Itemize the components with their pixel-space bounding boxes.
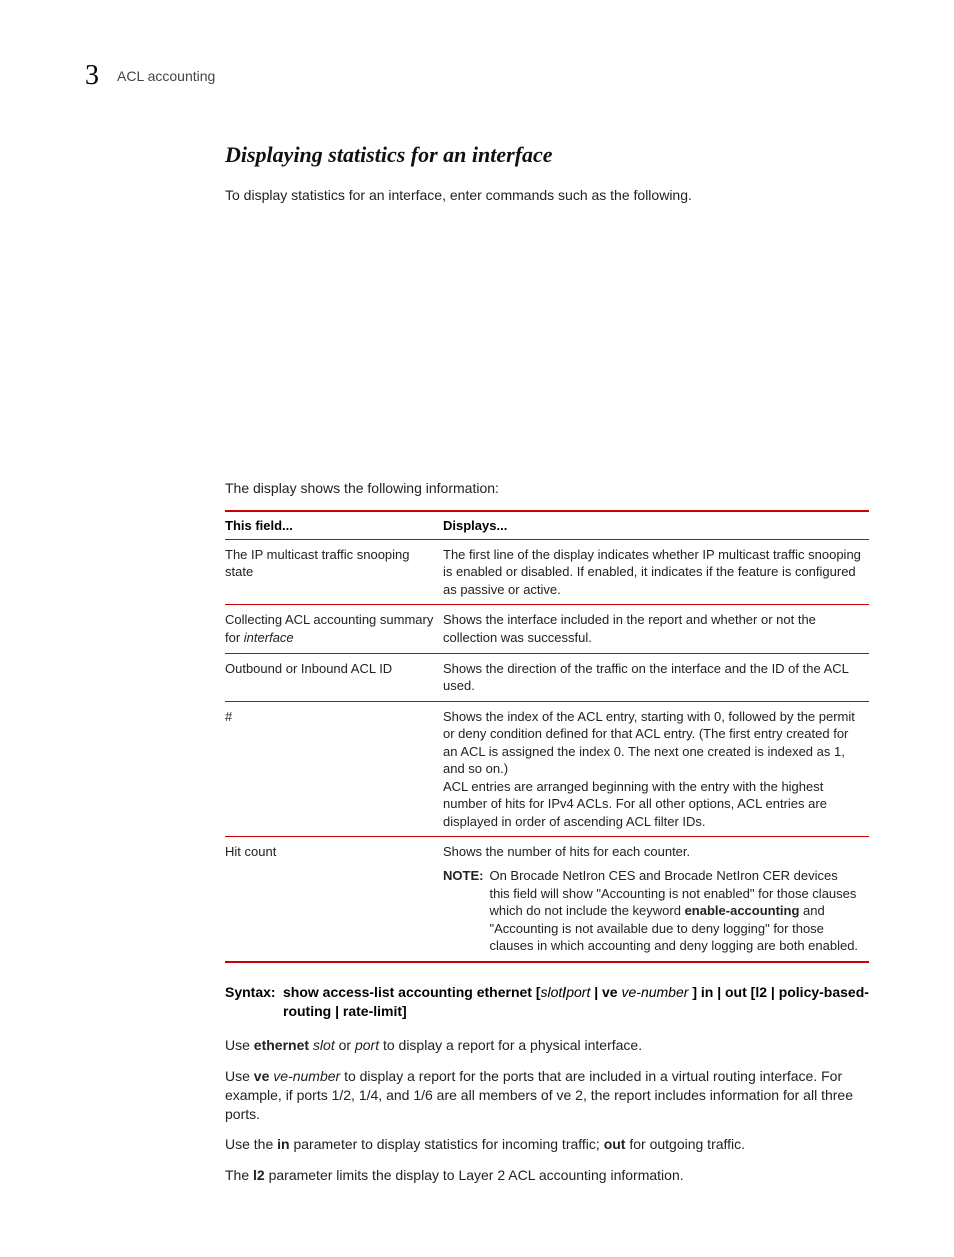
- table-row: # Shows the index of the ACL entry, star…: [225, 701, 869, 837]
- note-block: NOTE: On Brocade NetIron CES and Brocade…: [443, 867, 861, 955]
- table-row: Hit count Shows the number of hits for e…: [225, 837, 869, 962]
- field-cell: Outbound or Inbound ACL ID: [225, 653, 443, 701]
- col-header-field: This field...: [225, 511, 443, 540]
- field-cell: The IP multicast traffic snooping state: [225, 539, 443, 605]
- section-title: Displaying statistics for an interface: [225, 142, 869, 168]
- table-row: Outbound or Inbound ACL ID Shows the dir…: [225, 653, 869, 701]
- page-header: 3 ACL accounting: [85, 60, 869, 92]
- paragraph: Use ethernet slot or port to display a r…: [225, 1036, 869, 1055]
- chapter-number: 3: [85, 60, 99, 92]
- info-table: This field... Displays... The IP multica…: [225, 510, 869, 963]
- displays-cell: Shows the number of hits for each counte…: [443, 837, 869, 962]
- paragraph: Use ve ve-number to display a report for…: [225, 1067, 869, 1124]
- after-block-paragraph: The display shows the following informat…: [225, 479, 869, 498]
- displays-cell: Shows the interface included in the repo…: [443, 605, 869, 653]
- intro-paragraph: To display statistics for an interface, …: [225, 186, 869, 205]
- displays-cell: Shows the direction of the traffic on th…: [443, 653, 869, 701]
- syntax-body: show access-list accounting ethernet [sl…: [283, 983, 869, 1022]
- paragraph: The l2 parameter limits the display to L…: [225, 1166, 869, 1185]
- field-cell: Hit count: [225, 837, 443, 962]
- field-cell: #: [225, 701, 443, 837]
- content-body: Displaying statistics for an interface T…: [225, 142, 869, 1185]
- table-row: Collecting ACL accounting summary for in…: [225, 605, 869, 653]
- code-block-placeholder: [225, 217, 869, 467]
- header-title: ACL accounting: [117, 68, 215, 84]
- syntax-line: Syntax: show access-list accounting ethe…: [225, 983, 869, 1022]
- page: 3 ACL accounting Displaying statistics f…: [0, 0, 954, 1257]
- field-cell: Collecting ACL accounting summary for in…: [225, 605, 443, 653]
- paragraph: Use the in parameter to display statisti…: [225, 1135, 869, 1154]
- table-row: The IP multicast traffic snooping state …: [225, 539, 869, 605]
- note-text: On Brocade NetIron CES and Brocade NetIr…: [489, 867, 861, 955]
- displays-cell: The first line of the display indicates …: [443, 539, 869, 605]
- displays-cell: Shows the index of the ACL entry, starti…: [443, 701, 869, 837]
- table-header-row: This field... Displays...: [225, 511, 869, 540]
- col-header-displays: Displays...: [443, 511, 869, 540]
- syntax-label: Syntax:: [225, 983, 283, 1022]
- note-label: NOTE:: [443, 867, 483, 955]
